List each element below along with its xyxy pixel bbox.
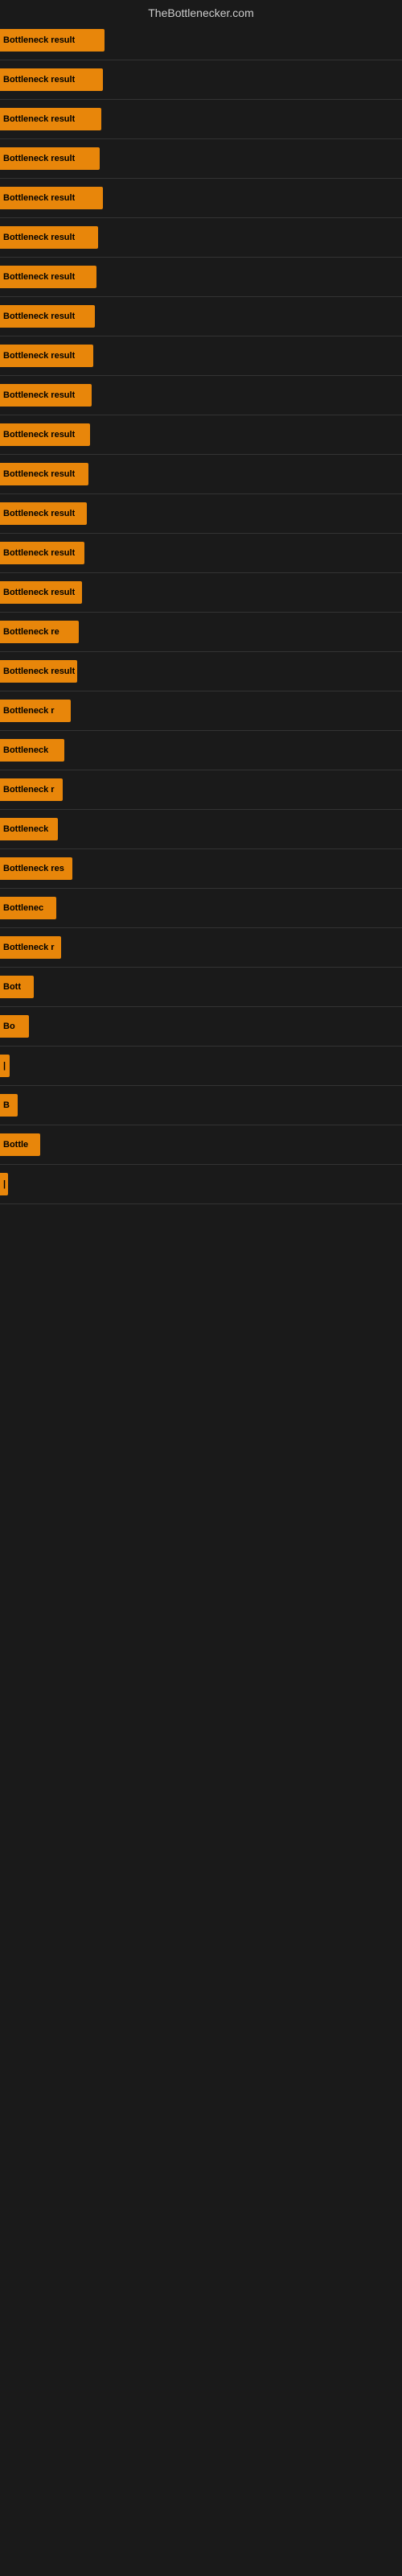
bar-label: Bottleneck result [3, 114, 75, 124]
bars-container: Bottleneck result Bottleneck result Bottle… [0, 23, 402, 1204]
result-bar[interactable]: Bottleneck r [0, 778, 63, 801]
result-bar[interactable]: Bottleneck result [0, 463, 88, 485]
result-bar[interactable]: Bottleneck result [0, 68, 103, 91]
result-bar[interactable]: Bottle [0, 1133, 40, 1156]
result-bar[interactable]: Bottleneck [0, 818, 58, 840]
bar-label: Bottleneck result [3, 312, 75, 321]
bar-row: Bottleneck re [0, 614, 402, 650]
bar-row: Bottleneck result [0, 101, 402, 137]
bar-row: Bottleneck result [0, 220, 402, 255]
bar-row: Bottleneck r [0, 772, 402, 807]
result-bar[interactable]: Bottleneck r [0, 936, 61, 959]
result-bar[interactable]: Bottleneck result [0, 29, 105, 52]
result-bar[interactable]: Bo [0, 1015, 29, 1038]
bar-label: Bottleneck result [3, 233, 75, 242]
bar-label: | [3, 1179, 6, 1189]
bar-row: | [0, 1166, 402, 1202]
site-title-container: TheBottlenecker.com [0, 0, 402, 23]
result-bar[interactable]: | [0, 1173, 8, 1195]
result-bar[interactable]: Bottleneck res [0, 857, 72, 880]
bar-row: B [0, 1088, 402, 1123]
result-bar[interactable]: Bottleneck result [0, 266, 96, 288]
bar-label: Bottleneck result [3, 35, 75, 45]
bar-row: Bottleneck result [0, 62, 402, 97]
bar-label: Bottleneck result [3, 509, 75, 518]
bar-row: Bottleneck result [0, 141, 402, 176]
bar-label: Bottleneck result [3, 469, 75, 479]
bar-row: Bott [0, 969, 402, 1005]
bar-row: Bottleneck result [0, 417, 402, 452]
bar-label: Bottleneck [3, 745, 48, 755]
result-bar[interactable]: Bottleneck result [0, 542, 84, 564]
bar-label: Bottleneck [3, 824, 48, 834]
bar-label: Bott [3, 982, 21, 992]
bar-row: Bottleneck result [0, 23, 402, 58]
result-bar[interactable]: Bottleneck result [0, 502, 87, 525]
bar-row: Bottleneck result [0, 378, 402, 413]
bar-label: B [3, 1100, 10, 1110]
result-bar[interactable]: Bottleneck result [0, 226, 98, 249]
bar-row: Bottleneck result [0, 654, 402, 689]
bar-row: Bottlenec [0, 890, 402, 926]
bar-label: Bottleneck result [3, 272, 75, 282]
bar-label: Bottlenec [3, 903, 43, 913]
bar-row: Bottleneck result [0, 575, 402, 610]
bar-label: Bottleneck result [3, 390, 75, 400]
result-bar[interactable]: Bottleneck [0, 739, 64, 762]
bar-row: Bottleneck r [0, 930, 402, 965]
result-bar[interactable]: Bottleneck result [0, 187, 103, 209]
bar-label: Bottleneck result [3, 75, 75, 85]
bar-label: Bottleneck result [3, 548, 75, 558]
bar-label: | [3, 1061, 6, 1071]
result-bar[interactable]: Bottleneck result [0, 660, 77, 683]
result-bar[interactable]: Bottleneck result [0, 305, 95, 328]
bar-row: Bottleneck result [0, 259, 402, 295]
bar-label: Bottle [3, 1140, 28, 1150]
result-bar[interactable]: Bott [0, 976, 34, 998]
bar-label: Bottleneck result [3, 154, 75, 163]
bar-row: Bottleneck result [0, 456, 402, 492]
result-bar[interactable]: Bottleneck result [0, 581, 82, 604]
bar-label: Bottleneck r [3, 706, 55, 716]
bar-row: Bottleneck r [0, 693, 402, 729]
bar-row: Bottleneck result [0, 535, 402, 571]
bar-row: Bottleneck result [0, 496, 402, 531]
bar-row: Bottleneck result [0, 299, 402, 334]
bar-row: Bo [0, 1009, 402, 1044]
bar-label: Bottleneck result [3, 667, 75, 676]
bar-row: | [0, 1048, 402, 1084]
site-title: TheBottlenecker.com [0, 0, 402, 23]
bar-row: Bottleneck result [0, 180, 402, 216]
bar-label: Bottleneck result [3, 588, 75, 597]
bar-label: Bo [3, 1022, 15, 1031]
result-bar[interactable]: Bottleneck result [0, 108, 101, 130]
result-bar[interactable]: Bottleneck result [0, 423, 90, 446]
result-bar[interactable]: | [0, 1055, 10, 1077]
result-bar[interactable]: Bottleneck result [0, 384, 92, 407]
result-bar[interactable]: B [0, 1094, 18, 1117]
bar-label: Bottleneck r [3, 943, 55, 952]
result-bar[interactable]: Bottleneck re [0, 621, 79, 643]
bar-row: Bottleneck result [0, 338, 402, 374]
bar-label: Bottleneck result [3, 430, 75, 440]
bar-row: Bottleneck [0, 733, 402, 768]
bar-row: Bottleneck res [0, 851, 402, 886]
bar-row: Bottleneck [0, 811, 402, 847]
result-bar[interactable]: Bottleneck result [0, 147, 100, 170]
bar-label: Bottleneck re [3, 627, 59, 637]
bar-row: Bottle [0, 1127, 402, 1162]
result-bar[interactable]: Bottlenec [0, 897, 56, 919]
bar-label: Bottleneck result [3, 193, 75, 203]
result-bar[interactable]: Bottleneck result [0, 345, 93, 367]
bar-label: Bottleneck res [3, 864, 64, 873]
result-bar[interactable]: Bottleneck r [0, 700, 71, 722]
bar-label: Bottleneck r [3, 785, 55, 795]
bar-label: Bottleneck result [3, 351, 75, 361]
